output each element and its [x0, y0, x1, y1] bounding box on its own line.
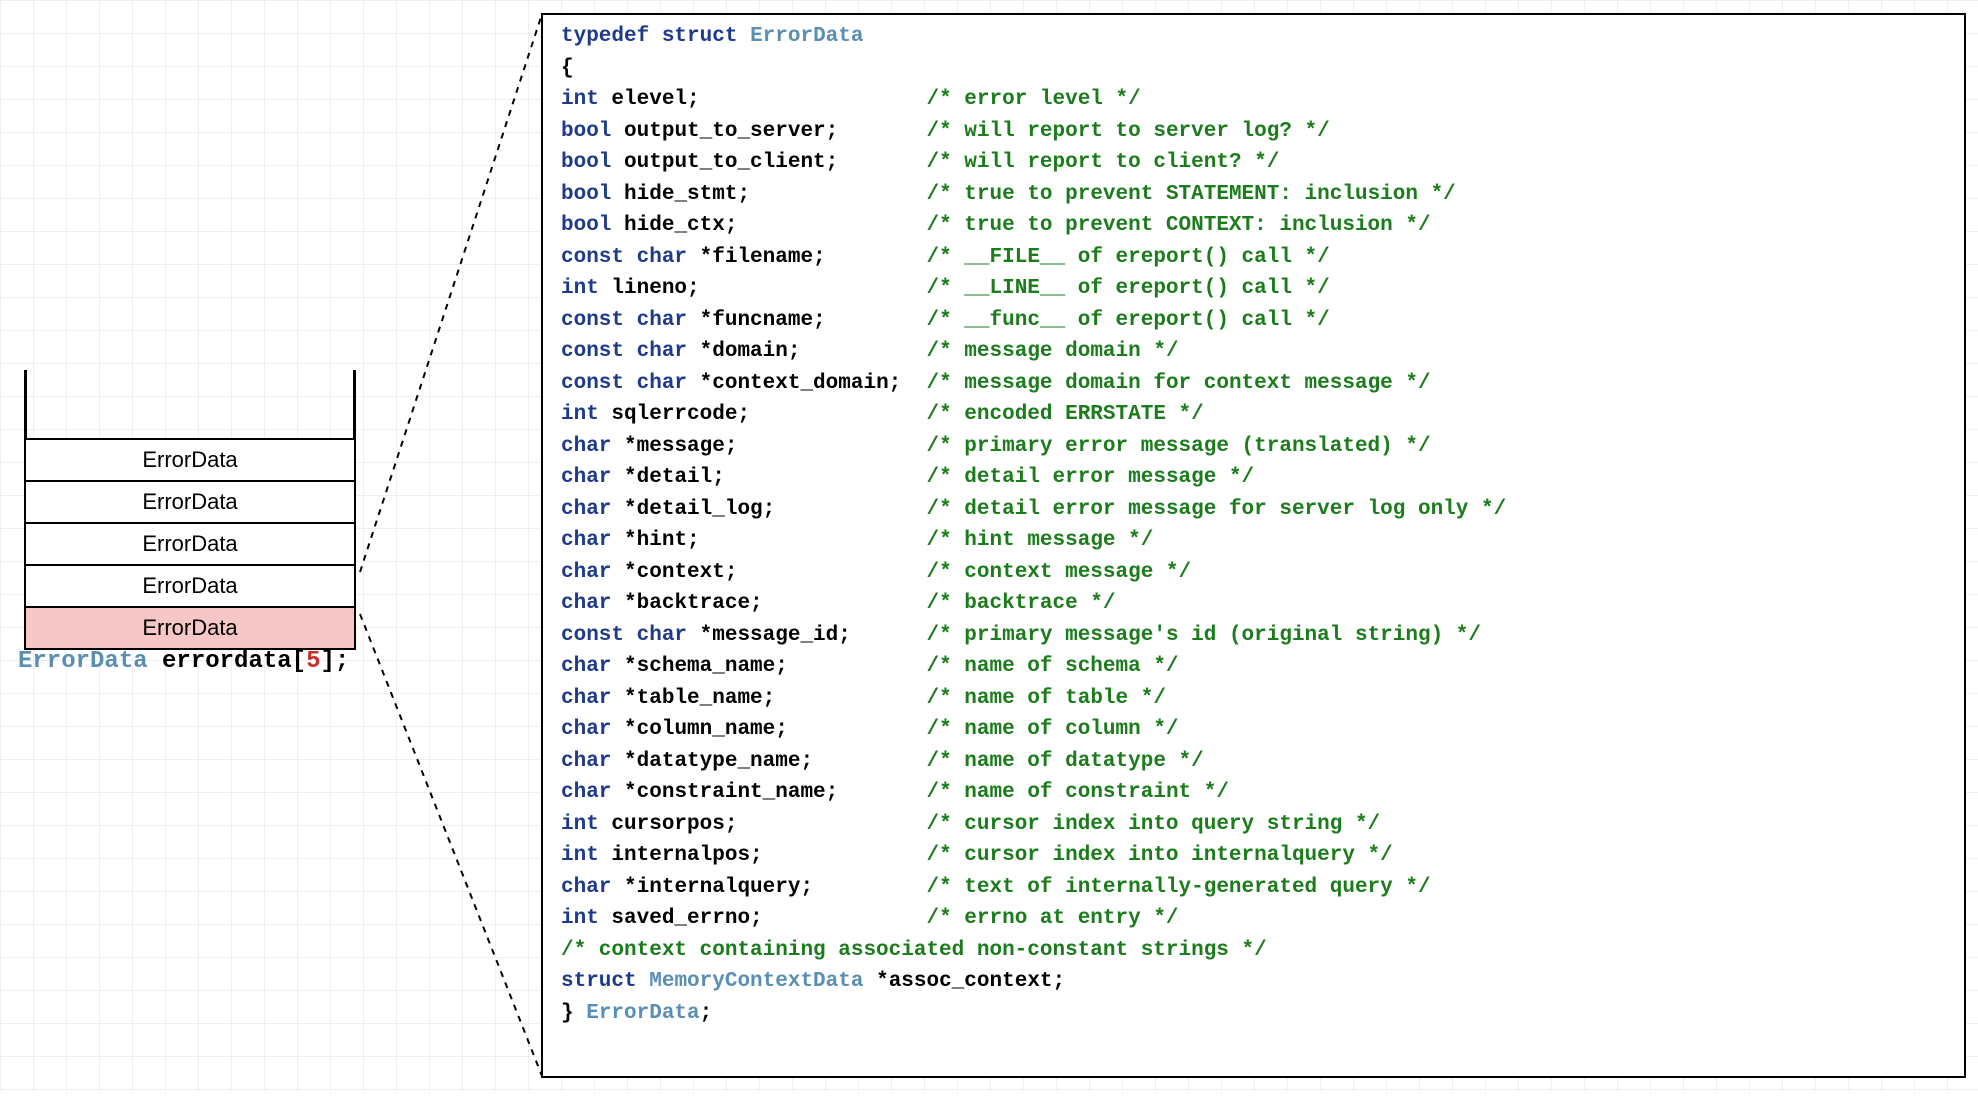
struct-field-5: const char *filename; /* __FILE__ of ere… — [561, 242, 1946, 274]
struct-field-14: char *hint; /* hint message */ — [561, 525, 1946, 557]
errordata-stack: ErrorData ErrorData ErrorData ErrorData … — [24, 370, 356, 650]
struct-field-0: int elevel; /* error level */ — [561, 84, 1946, 116]
struct-field-18: char *schema_name; /* name of schema */ — [561, 651, 1946, 683]
struct-field-9: const char *context_domain; /* message d… — [561, 368, 1946, 400]
struct-field-1: bool output_to_server; /* will report to… — [561, 116, 1946, 148]
struct-field-22: char *constraint_name; /* name of constr… — [561, 777, 1946, 809]
stack-cell-4: ErrorData — [24, 606, 356, 650]
code-tail-comment: /* context containing associated non-con… — [561, 935, 1946, 967]
struct-field-25: char *internalquery; /* text of internal… — [561, 872, 1946, 904]
struct-field-8: const char *domain; /* message domain */ — [561, 336, 1946, 368]
code-brace-close: } ErrorData; — [561, 998, 1946, 1030]
stack-open-top — [24, 370, 356, 440]
code-typedef-line: typedef struct ErrorData — [561, 21, 1946, 53]
array-name: errordata — [162, 648, 292, 675]
code-brace-open: { — [561, 53, 1946, 85]
struct-field-24: int internalpos; /* cursor index into in… — [561, 840, 1946, 872]
struct-field-13: char *detail_log; /* detail error messag… — [561, 494, 1946, 526]
struct-field-15: char *context; /* context message */ — [561, 557, 1946, 589]
array-size: 5 — [306, 648, 320, 675]
struct-field-10: int sqlerrcode; /* encoded ERRSTATE */ — [561, 399, 1946, 431]
struct-field-7: const char *funcname; /* __func__ of ere… — [561, 305, 1946, 337]
struct-field-26: int saved_errno; /* errno at entry */ — [561, 903, 1946, 935]
stack-cell-1: ErrorData — [24, 480, 356, 524]
stack-cell-3: ErrorData — [24, 564, 356, 608]
struct-field-19: char *table_name; /* name of table */ — [561, 683, 1946, 715]
stack-cell-0: ErrorData — [24, 438, 356, 482]
struct-field-3: bool hide_stmt; /* true to prevent STATE… — [561, 179, 1946, 211]
struct-field-2: bool output_to_client; /* will report to… — [561, 147, 1946, 179]
struct-field-12: char *detail; /* detail error message */ — [561, 462, 1946, 494]
struct-field-21: char *datatype_name; /* name of datatype… — [561, 746, 1946, 778]
array-declaration: ErrorData errordata[5]; — [18, 648, 349, 675]
struct-field-16: char *backtrace; /* backtrace */ — [561, 588, 1946, 620]
struct-field-20: char *column_name; /* name of column */ — [561, 714, 1946, 746]
code-assoc-context: struct MemoryContextData *assoc_context; — [561, 966, 1946, 998]
array-type: ErrorData — [18, 648, 148, 675]
struct-field-23: int cursorpos; /* cursor index into quer… — [561, 809, 1946, 841]
struct-field-4: bool hide_ctx; /* true to prevent CONTEX… — [561, 210, 1946, 242]
struct-definition-box: typedef struct ErrorData { int elevel; /… — [541, 13, 1966, 1078]
struct-field-11: char *message; /* primary error message … — [561, 431, 1946, 463]
stack-cell-2: ErrorData — [24, 522, 356, 566]
struct-fields: int elevel; /* error level */bool output… — [561, 84, 1946, 935]
struct-field-17: const char *message_id; /* primary messa… — [561, 620, 1946, 652]
struct-field-6: int lineno; /* __LINE__ of ereport() cal… — [561, 273, 1946, 305]
